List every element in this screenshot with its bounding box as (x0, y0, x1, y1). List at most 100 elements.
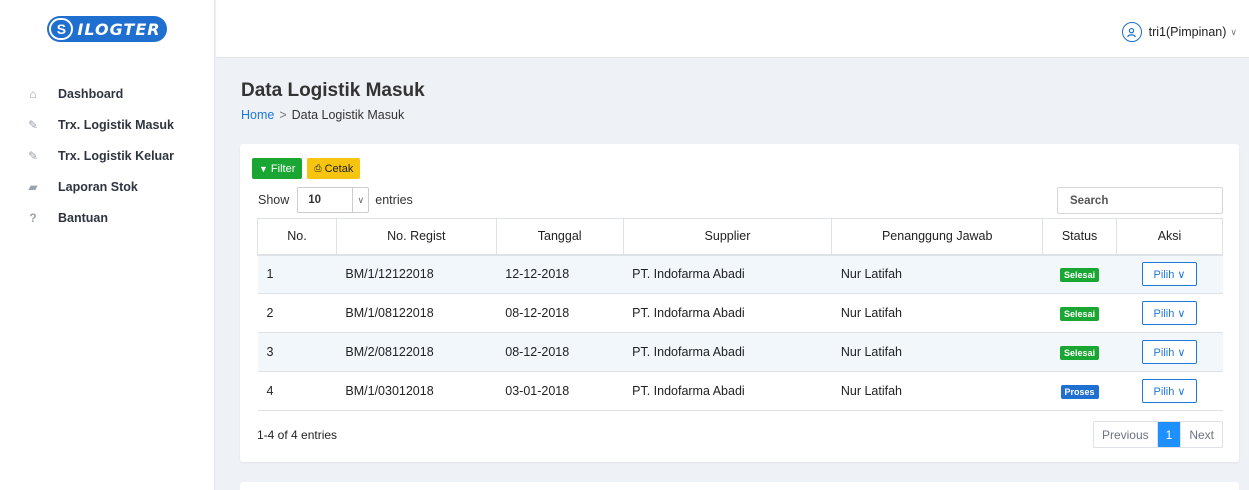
status-badge: Selesai (1060, 345, 1100, 360)
pilih-label: Pilih (1153, 385, 1175, 398)
cell-regist: BM/1/03012018 (336, 371, 497, 411)
column-header-no[interactable]: No. (257, 218, 337, 256)
cell-pj: Nur Latifah (831, 293, 1043, 333)
sidebar-item-dashboard[interactable]: ⌂ Dashboard (0, 78, 214, 109)
entries-select[interactable]: 10 ∨ (297, 187, 370, 213)
chevron-down-icon: ∨ (1177, 307, 1186, 320)
breadcrumb-separator: > (279, 108, 287, 122)
filter-button-label: Filter (270, 162, 296, 175)
table-row: 2 BM/1/08122018 08-12-2018 PT. Indofarma… (257, 293, 1223, 333)
page-title: Data Logistik Masuk (241, 80, 425, 101)
sidebar-item-label: Laporan Stok (58, 179, 138, 194)
breadcrumb-current: Data Logistik Masuk (291, 108, 405, 122)
next-page-button[interactable]: Next (1180, 422, 1222, 447)
sidebar-item-label: Dashboard (58, 86, 124, 101)
filter-icon: ▼ (259, 163, 268, 174)
cell-date: 08-12-2018 (496, 332, 624, 372)
column-header-status[interactable]: Status (1042, 218, 1118, 256)
status-badge: Proses (1060, 384, 1099, 399)
cell-date: 03-01-2018 (496, 371, 624, 411)
cell-pj: Nur Latifah (831, 371, 1043, 411)
table-row: 3 BM/2/08122018 08-12-2018 PT. Indofarma… (257, 332, 1223, 372)
cell-action: Pilih ∨ (1116, 332, 1223, 372)
table-info: 1-4 of 4 entries (257, 428, 338, 442)
breadcrumb-home-link[interactable]: Home (241, 108, 274, 122)
chevron-down-icon: ∨ (1177, 268, 1186, 281)
cell-no: 3 (257, 332, 337, 372)
sidebar-item-label: Trx. Logistik Keluar (58, 148, 175, 163)
page-1-button[interactable]: 1 (1156, 422, 1181, 447)
cell-supplier: PT. Indofarma Abadi (623, 332, 832, 372)
cell-pj: Nur Latifah (831, 332, 1043, 372)
pilih-label: Pilih (1153, 346, 1175, 359)
status-badge: Selesai (1060, 267, 1100, 282)
search-input[interactable] (1057, 187, 1223, 214)
filter-button[interactable]: ▼ Filter (252, 158, 303, 179)
chevron-down-icon: ∨ (352, 188, 368, 212)
sidebar-item-trx-logistik-masuk[interactable]: ✎ Trx. Logistik Masuk (0, 109, 214, 140)
status-badge: Selesai (1060, 306, 1100, 321)
column-header-penanggung-jawab[interactable]: Penanggung Jawab (831, 218, 1044, 256)
cell-supplier: PT. Indofarma Abadi (623, 254, 832, 294)
top-bar: tri1(Pimpinan) ∨ (216, 0, 1249, 58)
cell-regist: BM/1/12122018 (336, 254, 497, 294)
pilih-label: Pilih (1153, 268, 1175, 281)
sidebar: S ILOGTER ⌂ Dashboard ✎ Trx. Logistik Ma… (0, 0, 215, 490)
pilih-dropdown-button[interactable]: Pilih ∨ (1142, 340, 1198, 364)
edit-icon: ✎ (27, 117, 39, 132)
table-row: 1 BM/1/12122018 12-12-2018 PT. Indofarma… (257, 254, 1223, 294)
user-name: tri1(Pimpinan) (1148, 25, 1227, 39)
app-logo[interactable]: S ILOGTER (0, 0, 214, 58)
logo-text: ILOGTER (77, 19, 161, 39)
chevron-down-icon: ∨ (1177, 346, 1186, 359)
cell-no: 4 (257, 371, 337, 411)
cell-supplier: PT. Indofarma Abadi (623, 371, 832, 411)
chevron-down-icon: ∨ (1177, 385, 1186, 398)
previous-page-button[interactable]: Previous (1094, 422, 1157, 447)
user-icon (1121, 22, 1142, 42)
logo-badge: S ILOGTER (47, 16, 167, 42)
table-header-row: No. No. Regist Tanggal Supplier Penanggu… (257, 218, 1223, 256)
cell-action: Pilih ∨ (1116, 254, 1223, 294)
print-button-label: Cetak (324, 162, 354, 175)
chevron-down-icon: ∨ (1230, 26, 1237, 37)
cell-regist: BM/1/08122018 (336, 293, 497, 333)
help-icon: ? (29, 210, 37, 225)
cell-status: Selesai (1042, 254, 1117, 294)
sidebar-item-label: Bantuan (58, 210, 108, 225)
logo-mark: S (49, 18, 74, 40)
logistics-table: No. No. Regist Tanggal Supplier Penanggu… (257, 218, 1223, 411)
table-row: 4 BM/1/03012018 03-01-2018 PT. Indofarma… (257, 371, 1223, 411)
column-header-regist[interactable]: No. Regist (335, 218, 497, 256)
pilih-dropdown-button[interactable]: Pilih ∨ (1142, 379, 1198, 403)
sidebar-item-label: Trx. Logistik Masuk (58, 117, 175, 132)
cell-action: Pilih ∨ (1116, 371, 1223, 411)
sidebar-nav: ⌂ Dashboard ✎ Trx. Logistik Masuk ✎ Trx.… (0, 58, 214, 233)
edit-icon: ✎ (27, 148, 39, 163)
secondary-card (240, 482, 1239, 490)
data-card: ▼ Filter ⎙ Cetak Show 10 ∨ entries No. N… (240, 144, 1239, 462)
cell-pj: Nur Latifah (831, 254, 1043, 294)
column-header-supplier[interactable]: Supplier (622, 218, 833, 256)
show-label: Show (258, 193, 290, 207)
column-header-aksi[interactable]: Aksi (1116, 218, 1223, 256)
entries-label: entries (375, 193, 413, 207)
print-button[interactable]: ⎙ Cetak (307, 158, 361, 179)
pilih-dropdown-button[interactable]: Pilih ∨ (1142, 301, 1198, 325)
user-menu[interactable]: tri1(Pimpinan) ∨ (1121, 22, 1237, 42)
home-icon: ⌂ (29, 86, 37, 101)
book-icon: ▰ (28, 179, 38, 194)
column-header-tanggal[interactable]: Tanggal (495, 218, 624, 256)
sidebar-item-laporan-stok[interactable]: ▰ Laporan Stok (0, 171, 214, 202)
cell-status: Selesai (1042, 332, 1117, 372)
pagination: Previous 1 Next (1092, 421, 1223, 448)
print-icon: ⎙ (314, 163, 322, 173)
sidebar-item-bantuan[interactable]: ? Bantuan (0, 202, 214, 233)
pilih-dropdown-button[interactable]: Pilih ∨ (1142, 262, 1198, 287)
cell-no: 1 (257, 254, 337, 294)
cell-regist: BM/2/08122018 (336, 332, 497, 372)
cell-action: Pilih ∨ (1116, 293, 1223, 333)
entries-select-value: 10 (308, 194, 322, 206)
sidebar-item-trx-logistik-keluar[interactable]: ✎ Trx. Logistik Keluar (0, 140, 214, 171)
cell-status: Proses (1042, 371, 1117, 411)
